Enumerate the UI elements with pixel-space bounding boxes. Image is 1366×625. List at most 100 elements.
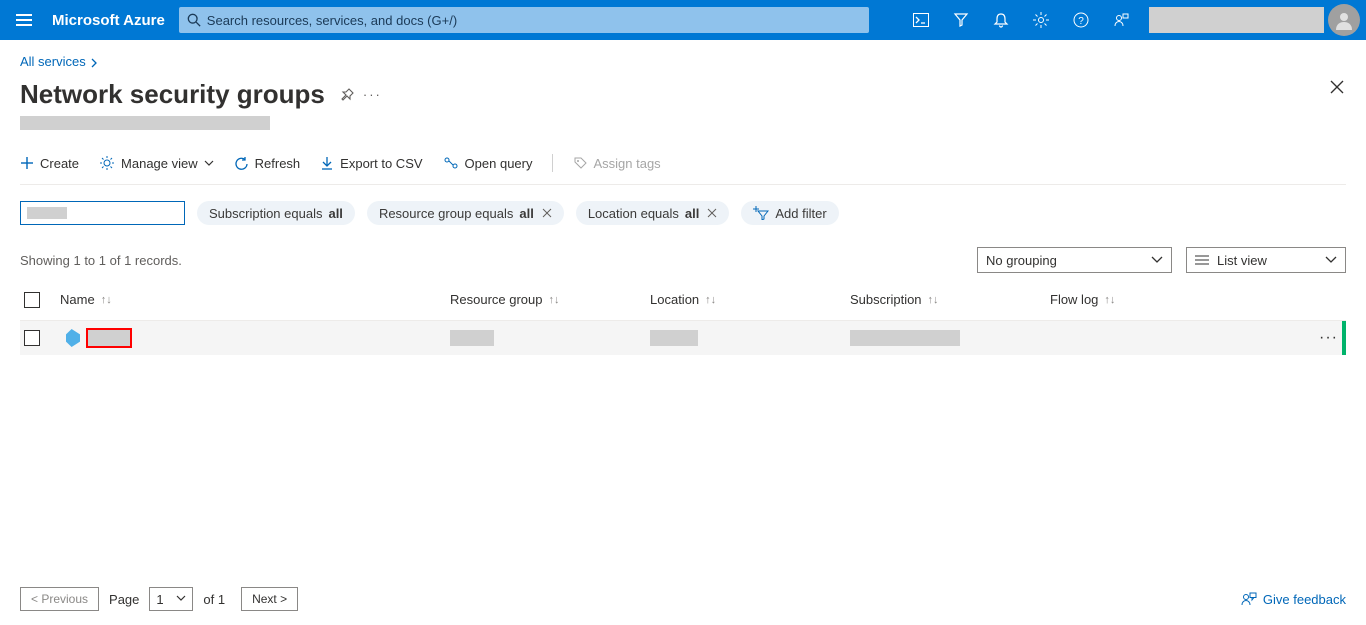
global-header: Microsoft Azure ? [0,0,1366,40]
manage-view-label: Manage view [121,156,198,171]
bell-icon [993,12,1009,28]
account-info[interactable] [1149,7,1324,33]
chevron-down-icon [1325,256,1337,264]
refresh-button[interactable]: Refresh [234,156,301,171]
row-loc-cell [650,330,850,346]
add-filter-button[interactable]: Add filter [741,201,838,225]
row-context-menu-button[interactable]: ··· [1319,329,1338,347]
give-feedback-label: Give feedback [1263,592,1346,607]
page-number-value: 1 [156,592,163,607]
more-menu-button[interactable]: ··· [363,87,382,102]
column-header-location[interactable]: Location↑↓ [650,292,850,307]
column-flow-label: Flow log [1050,292,1098,307]
select-all-checkbox[interactable] [24,292,40,308]
subscription-filter-prefix: Subscription equals [209,206,322,221]
add-filter-label: Add filter [775,206,826,221]
loc-filter-prefix: Location equals [588,206,679,221]
page-title: Network security groups [20,79,325,110]
nsg-resource-icon [66,329,80,347]
close-blade-button[interactable] [1330,80,1344,94]
export-csv-button[interactable]: Export to CSV [320,156,422,171]
loc-filter-value: all [685,206,699,221]
page-content: All services Network security groups ···… [0,40,1366,625]
notifications-button[interactable] [981,0,1021,40]
person-feedback-icon [1113,12,1129,28]
export-csv-label: Export to CSV [340,156,422,171]
view-mode-select[interactable]: List view [1186,247,1346,273]
user-avatar[interactable] [1328,4,1360,36]
create-button[interactable]: Create [20,156,79,171]
page-label: Page [109,592,139,607]
grouping-select[interactable]: No grouping [977,247,1172,273]
page-title-row: Network security groups ··· [20,79,1346,110]
cloud-shell-button[interactable] [901,0,941,40]
column-rg-label: Resource group [450,292,543,307]
global-search-input[interactable] [207,13,861,28]
chevron-down-icon [176,595,186,603]
column-header-name[interactable]: Name↑↓ [60,292,450,307]
chevron-down-icon [1151,256,1163,264]
chevron-down-icon [204,159,214,167]
close-icon [542,208,552,218]
directory-filter-button[interactable] [941,0,981,40]
hamburger-icon [16,14,32,26]
name-filter-input[interactable] [20,201,185,225]
command-bar: Create Manage view Refresh Export to CSV… [20,154,1346,185]
row-checkbox[interactable] [24,330,40,346]
column-header-resource-group[interactable]: Resource group ↑↓ [450,292,650,307]
pagination-footer: < Previous Page 1 of 1 Next > Give feedb… [20,587,1346,611]
refresh-icon [234,156,249,171]
manage-view-button[interactable]: Manage view [99,155,214,171]
breadcrumb-root-link[interactable]: All services [20,54,86,69]
page-subtitle [20,116,270,130]
add-filter-icon [753,206,769,220]
page-number-select[interactable]: 1 [149,587,193,611]
pin-button[interactable] [339,87,355,103]
give-feedback-link[interactable]: Give feedback [1241,591,1346,607]
page-of-label: of 1 [203,592,225,607]
hamburger-menu-button[interactable] [0,14,48,26]
row-sub-cell [850,330,1050,346]
rg-filter-remove[interactable] [542,208,552,218]
product-brand[interactable]: Microsoft Azure [48,12,179,29]
global-search[interactable] [179,7,869,33]
assign-tags-button: Assign tags [573,156,660,171]
sort-icon: ↑↓ [549,294,560,306]
sort-icon: ↑↓ [705,294,716,306]
resource-group-filter-pill[interactable]: Resource group equals all [367,201,564,225]
sort-icon: ↑↓ [928,294,939,306]
next-page-button[interactable]: Next > [241,587,298,611]
chevron-right-icon [89,58,101,68]
row-name-value[interactable] [86,328,132,348]
feedback-button[interactable] [1101,0,1141,40]
row-loc-value [650,330,698,346]
rg-filter-prefix: Resource group equals [379,206,513,221]
table-row[interactable]: ··· [20,321,1346,355]
plus-icon [20,156,34,170]
subscription-filter-value: all [328,206,342,221]
location-filter-pill[interactable]: Location equals all [576,201,730,225]
loc-filter-remove[interactable] [707,208,717,218]
refresh-label: Refresh [255,156,301,171]
filter-icon [953,12,969,28]
settings-button[interactable] [1021,0,1061,40]
gear-view-icon [99,155,115,171]
close-icon [1330,80,1344,94]
column-header-subscription[interactable]: Subscription↑↓ [850,292,1050,307]
view-controls: No grouping List view [977,247,1346,273]
column-header-flow-log[interactable]: Flow log↑↓ [1050,292,1346,307]
rg-filter-value: all [519,206,533,221]
help-icon: ? [1073,12,1089,28]
column-name-label: Name [60,292,95,307]
previous-page-button[interactable]: < Previous [20,587,99,611]
subscription-filter-pill[interactable]: Subscription equals all [197,201,355,225]
help-button[interactable]: ? [1061,0,1101,40]
download-icon [320,156,334,170]
pin-icon [339,87,355,103]
toolbar-divider [552,154,553,172]
open-query-button[interactable]: Open query [443,156,533,171]
row-rg-value [450,330,494,346]
list-icon [1195,254,1209,266]
search-icon [187,13,201,27]
person-feedback-icon [1241,591,1257,607]
